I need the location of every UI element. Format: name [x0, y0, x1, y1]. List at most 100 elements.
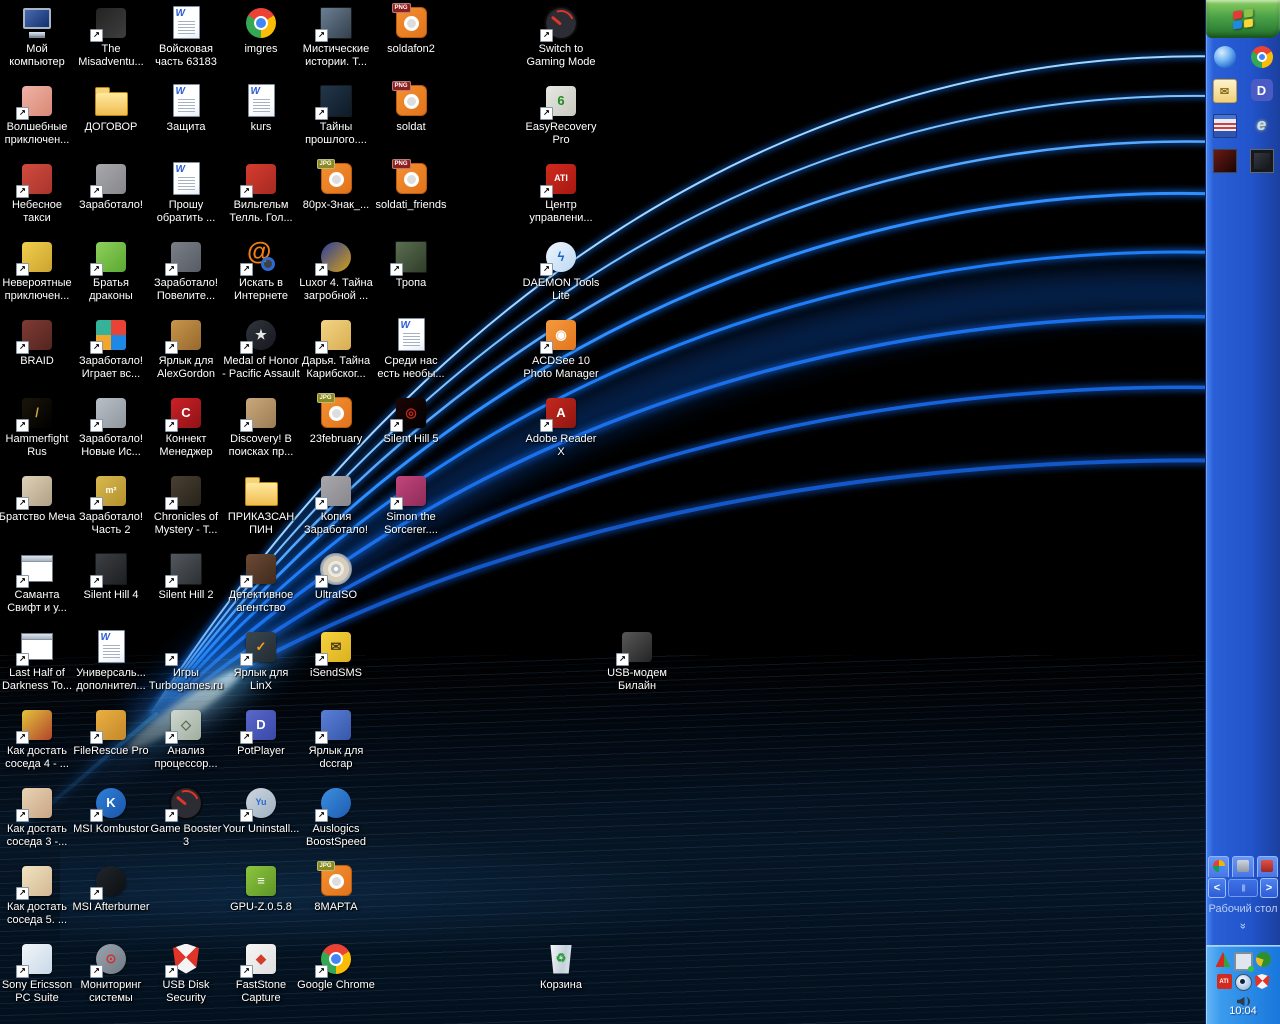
tray-eye-icon[interactable] — [1235, 974, 1252, 991]
desktop-icon[interactable]: ↗Заработало! Играет вс... — [73, 317, 149, 381]
desktop-icon[interactable]: ↗Ярлык для dccrap — [298, 707, 374, 771]
window-button-3[interactable] — [1257, 856, 1278, 877]
desktop-icon[interactable]: PNGsoldafon2 — [373, 5, 449, 56]
desktop-icon[interactable]: ↗Небесное такси — [0, 161, 75, 225]
desktop-icon[interactable]: ↗The Misadventu... — [73, 5, 149, 69]
desktop-icon[interactable]: ★↗Medal of Honor - Pacific Assault — [223, 317, 299, 381]
desktop-icon[interactable]: ↗Игры Turbogames.ru — [148, 629, 224, 693]
desktop-icon[interactable]: ↗Sony Ericsson PC Suite — [0, 941, 75, 1005]
desktop-icon[interactable]: m²↗Заработало! Часть 2 — [73, 473, 149, 537]
desktop-icon[interactable]: Универсаль... дополнител... — [73, 629, 149, 693]
desktop-icon[interactable]: ↗BRAID — [0, 317, 75, 368]
desktop-icon[interactable]: K↗MSI Kombustor — [73, 785, 149, 836]
quicklaunch-globe-icon[interactable] — [1214, 46, 1236, 68]
desktop-icon[interactable]: ↗Last Half of Darkness To... — [0, 629, 75, 693]
desktop-icon[interactable]: Yu↗Your Uninstall... — [223, 785, 299, 836]
desktop-icon[interactable]: ↗Silent Hill 4 — [73, 551, 149, 602]
desktop-icon[interactable]: ≡GPU-Z.0.5.8 — [223, 863, 299, 914]
desktop-icon[interactable]: Среди нас есть необы... — [373, 317, 449, 381]
clock[interactable]: 10:04 — [1206, 1005, 1280, 1017]
desktop-icon[interactable]: ↗Как достать соседа 3 -... — [0, 785, 75, 849]
tray-network-icon[interactable] — [1234, 952, 1253, 971]
desktop-icon[interactable]: ↗Заработало! — [73, 161, 149, 212]
desktop-icon[interactable]: ATI↗Центр управлени... — [523, 161, 599, 225]
scroll-right-button[interactable]: > — [1260, 878, 1278, 898]
desktop-icon[interactable]: ↗FileRescue Pro — [73, 707, 149, 758]
desktop-icon[interactable]: ПРИКАЗСАН ПИН — [223, 473, 299, 537]
desktop-icon[interactable]: ↗Братство Меча — [0, 473, 75, 524]
desktop-icon[interactable]: ДОГОВОР — [73, 83, 149, 134]
desktop-icon[interactable]: ↗MSI Afterburner — [73, 863, 149, 914]
desktop-icon[interactable]: ↗Как достать соседа 4 - ... — [0, 707, 75, 771]
desktop-icon[interactable]: ◎↗Silent Hill 5 — [373, 395, 449, 446]
window-button-2[interactable] — [1232, 856, 1253, 877]
quicklaunch-chrome-icon[interactable] — [1251, 46, 1273, 68]
quicklaunch-floppy-icon[interactable] — [1213, 114, 1237, 138]
desktop-icon[interactable]: ↗USB Disk Security — [148, 941, 224, 1005]
desktop-icon[interactable]: ↗Дарья. Тайна Карибског... — [298, 317, 374, 381]
desktop-icon[interactable]: ↗Братья драконы — [73, 239, 149, 303]
desktop-icon[interactable]: ↗Волшебные приключен... — [0, 83, 75, 147]
desktop-icon[interactable]: Прошу обратить ... — [148, 161, 224, 225]
tray-ati-icon[interactable]: ATI — [1217, 974, 1232, 989]
desktop-icon[interactable]: ϟ↗DAEMON Tools Lite — [523, 239, 599, 303]
scroll-left-button[interactable]: < — [1208, 878, 1226, 898]
desktop-icon[interactable]: ↗Game Booster 3 — [148, 785, 224, 849]
desktop-icon[interactable]: ↗Discovery! В поисках пр... — [223, 395, 299, 459]
scroll-slider[interactable] — [1228, 879, 1258, 897]
desktop-icon[interactable]: ↗Заработало! Повелите... — [148, 239, 224, 303]
desktop-icon[interactable]: ↗Вильгельм Телль. Гол... — [223, 161, 299, 225]
desktop-icon[interactable]: ↗Ярлык для AlexGordon — [148, 317, 224, 381]
desktop-icon[interactable]: JPG23february — [298, 395, 374, 446]
tray-idm-icon[interactable] — [1256, 952, 1271, 967]
toolbar-chevron-icon[interactable]: « — [1206, 920, 1280, 932]
desktop-icon[interactable]: 6↗EasyRecovery Pro — [523, 83, 599, 147]
desktop-icon[interactable]: ◇↗Анализ процессор... — [148, 707, 224, 771]
desktop-icon[interactable]: ↗Тайны прошлого.... — [298, 83, 374, 147]
desktop-icon[interactable]: JPG8МАРТА — [298, 863, 374, 914]
desktop-icon[interactable]: Мой компьютер — [0, 5, 75, 69]
desktop-icon[interactable]: ↗Google Chrome — [298, 941, 374, 992]
desktop-icon[interactable]: ↗Заработало! Новые Ис... — [73, 395, 149, 459]
desktop-icon[interactable]: ↗Искать в Интернете — [223, 239, 299, 303]
tray-usb-shield-icon[interactable] — [1255, 974, 1270, 989]
desktop-icon[interactable]: ↗Мистические истории. Т... — [298, 5, 374, 69]
desktop-icon[interactable]: D↗PotPlayer — [223, 707, 299, 758]
desktop-icon[interactable]: imgres — [223, 5, 299, 56]
desktop-icon[interactable]: PNGsoldat — [373, 83, 449, 134]
quicklaunch-picture-2-icon[interactable] — [1250, 149, 1274, 173]
desktop-icon[interactable]: ↗Тропа — [373, 239, 449, 290]
desktop-icon[interactable]: ◉↗ACDSee 10 Photo Manager — [523, 317, 599, 381]
desktop-icon[interactable]: PNGsoldati_friends — [373, 161, 449, 212]
quicklaunch-picture-1-icon[interactable] — [1213, 149, 1237, 173]
desktop-icon[interactable]: /↗Hammerfight Rus — [0, 395, 75, 459]
desktop-icon[interactable]: ↗USB-модем Билайн — [599, 629, 675, 693]
desktop[interactable]: Мой компьютер↗The Misadventu...Войсковая… — [0, 0, 1280, 1024]
desktop-icon[interactable]: ✉↗iSendSMS — [298, 629, 374, 680]
desktop-icon[interactable]: Корзина — [523, 941, 599, 992]
desktop-icon[interactable]: ◆↗FastStone Capture — [223, 941, 299, 1005]
quicklaunch-outlook-icon[interactable]: ✉ — [1213, 79, 1237, 103]
desktop-icon[interactable]: Войсковая часть 63183 — [148, 5, 224, 69]
desktop-icon[interactable]: JPG80px-Знак_... — [298, 161, 374, 212]
desktop-icon[interactable]: ↗Auslogics BoostSpeed — [298, 785, 374, 849]
desktop-icon[interactable]: kurs — [223, 83, 299, 134]
quicklaunch-internet-explorer-icon[interactable]: e — [1251, 114, 1273, 136]
desktop-icon[interactable]: ↗Luxor 4. Тайна загробной ... — [298, 239, 374, 303]
desktop-icon[interactable]: ↗Копия Заработало! — [298, 473, 374, 537]
desktop-icon[interactable]: A↗Adobe Reader X — [523, 395, 599, 459]
desktop-icon[interactable]: ✓↗Ярлык для LinX — [223, 629, 299, 693]
quicklaunch-potplayer-icon[interactable]: D — [1251, 79, 1273, 101]
desktop-icon[interactable]: C↗Коннект Менеджер — [148, 395, 224, 459]
desktop-icon[interactable]: ↗UltraISO — [298, 551, 374, 602]
window-button-1[interactable] — [1208, 856, 1229, 877]
desktop-icon[interactable]: ↗Switch to Gaming Mode — [523, 5, 599, 69]
desktop-icon[interactable]: ↗Simon the Sorcerer.... — [373, 473, 449, 537]
desktop-icon[interactable]: ↗Детективное агентство — [223, 551, 299, 615]
desktop-icon[interactable]: ↗Chronicles of Mystery - T... — [148, 473, 224, 537]
desktop-icon[interactable]: ⊙↗Мониторинг системы — [73, 941, 149, 1005]
desktop-icon[interactable]: ↗Невероятные приключен... — [0, 239, 75, 303]
desktop-icon[interactable]: ↗Как достать соседа 5. ... — [0, 863, 75, 927]
desktop-icon[interactable]: Защита — [148, 83, 224, 134]
desktop-icon[interactable]: ↗Silent Hill 2 — [148, 551, 224, 602]
